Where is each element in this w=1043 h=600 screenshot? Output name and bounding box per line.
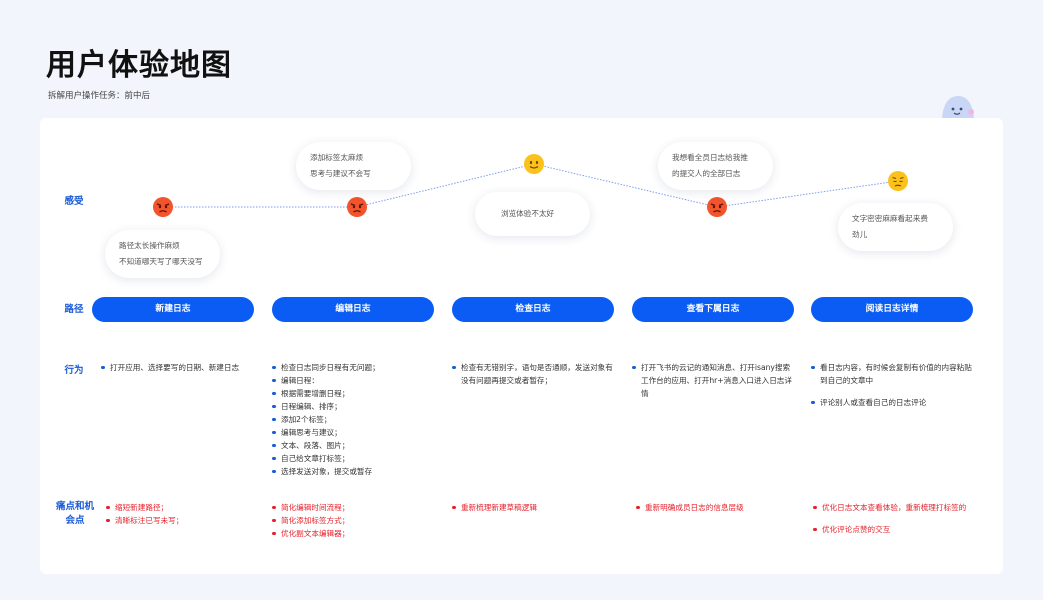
row-label-feeling: 感受 bbox=[64, 196, 84, 207]
list-item: 优化副文本编辑器； bbox=[272, 527, 432, 540]
list-item: 重新梳理新建草稿逻辑 bbox=[452, 501, 612, 514]
list-item: 根据需要增删日程； bbox=[272, 387, 442, 400]
list-item: 简化添加标签方式； bbox=[272, 514, 432, 527]
list-item: 优化日志文本查看体验，重新梳理打标签的 bbox=[813, 501, 993, 514]
list-item: 检查有无错别字，语句是否通顺，发送对象有没有问题再提交或者暂存； bbox=[452, 361, 618, 387]
pain-list-create: 缩短新建路径； 清晰标注已写未写； bbox=[106, 501, 266, 527]
pain-list-view-subordinate: 重新明确成员日志的信息层级 bbox=[636, 501, 796, 514]
feeling-bubble: 我想看全员日志给我推 的提交人的全部日志 bbox=[658, 142, 773, 190]
list-item: 优化评论点赞的交互 bbox=[813, 523, 993, 536]
pensive-face-icon bbox=[887, 170, 909, 192]
behavior-list-view-subordinate: 打开飞书的云记的通知消息、打开isany搜索工作台的应用、打开hr+消息入口进入… bbox=[632, 361, 792, 400]
list-item: 添加2个标签； bbox=[272, 413, 442, 426]
path-stage-edit-log[interactable]: 编辑日志 bbox=[272, 297, 434, 322]
page-subtitle: 拆解用户操作任务：前中后 bbox=[48, 91, 151, 101]
list-item: 文本、段落、图片； bbox=[272, 439, 442, 452]
list-item: 打开应用、选择要写的日期、新建日志 bbox=[101, 361, 271, 374]
path-stage-view-subordinate-log[interactable]: 查看下属日志 bbox=[632, 297, 794, 322]
pain-list-read-detail: 优化日志文本查看体验，重新梳理打标签的 优化评论点赞的交互 bbox=[813, 501, 993, 545]
smiling-face-icon bbox=[523, 153, 545, 175]
list-item: 重新明确成员日志的信息层级 bbox=[636, 501, 796, 514]
list-item: 检查日志同步日程有无问题； bbox=[272, 361, 442, 374]
list-item: 编辑日程： bbox=[272, 374, 442, 387]
pain-list-edit: 简化编辑时间流程； 简化添加标签方式； 优化副文本编辑器； bbox=[272, 501, 432, 540]
list-item: 打开飞书的云记的通知消息、打开isany搜索工作台的应用、打开hr+消息入口进入… bbox=[632, 361, 792, 400]
angry-face-icon bbox=[346, 196, 368, 218]
row-label-behavior: 行为 bbox=[64, 365, 84, 376]
list-item: 简化编辑时间流程； bbox=[272, 501, 432, 514]
list-item: 清晰标注已写未写； bbox=[106, 514, 266, 527]
feeling-bubble: 文字密密麻麻看起来费 劲儿 bbox=[838, 203, 953, 251]
path-stage-read-log-detail[interactable]: 阅读日志详情 bbox=[811, 297, 973, 322]
angry-face-icon bbox=[152, 196, 174, 218]
list-item: 选择发送对象，提交或暂存 bbox=[272, 465, 442, 478]
feeling-bubble: 添加标签太麻烦 思考与建议不会写 bbox=[296, 142, 411, 190]
list-item: 日程编辑、排序； bbox=[272, 400, 442, 413]
behavior-list-edit: 检查日志同步日程有无问题； 编辑日程： 根据需要增删日程； 日程编辑、排序； 添… bbox=[272, 361, 442, 478]
list-item: 看日志内容，有时候会复制有价值的内容粘贴到自己的文章中 bbox=[811, 361, 977, 387]
behavior-list-check: 检查有无错别字，语句是否通顺，发送对象有没有问题再提交或者暂存； bbox=[452, 361, 618, 387]
behavior-list-create: 打开应用、选择要写的日期、新建日志 bbox=[101, 361, 271, 374]
list-item: 自己给文章打标签； bbox=[272, 452, 442, 465]
row-label-pain: 痛点和机 会点 bbox=[55, 501, 94, 526]
path-stage-create-log[interactable]: 新建日志 bbox=[92, 297, 254, 322]
path-stage-check-log[interactable]: 检查日志 bbox=[452, 297, 614, 322]
feeling-bubble: 路径太长操作麻烦 不知道哪天写了哪天没写 bbox=[105, 230, 220, 278]
list-item: 评论别人或查看自己的日志评论 bbox=[811, 396, 977, 409]
list-item: 缩短新建路径； bbox=[106, 501, 266, 514]
behavior-list-read-detail: 看日志内容，有时候会复制有价值的内容粘贴到自己的文章中 评论别人或查看自己的日志… bbox=[811, 361, 977, 418]
angry-face-icon bbox=[706, 196, 728, 218]
pain-list-check: 重新梳理新建草稿逻辑 bbox=[452, 501, 612, 514]
row-label-path: 路径 bbox=[64, 304, 84, 315]
feeling-bubble: 浏览体验不太好 bbox=[475, 192, 590, 236]
list-item: 编辑思考与建议； bbox=[272, 426, 442, 439]
page-title: 用户体验地图 bbox=[46, 48, 232, 83]
